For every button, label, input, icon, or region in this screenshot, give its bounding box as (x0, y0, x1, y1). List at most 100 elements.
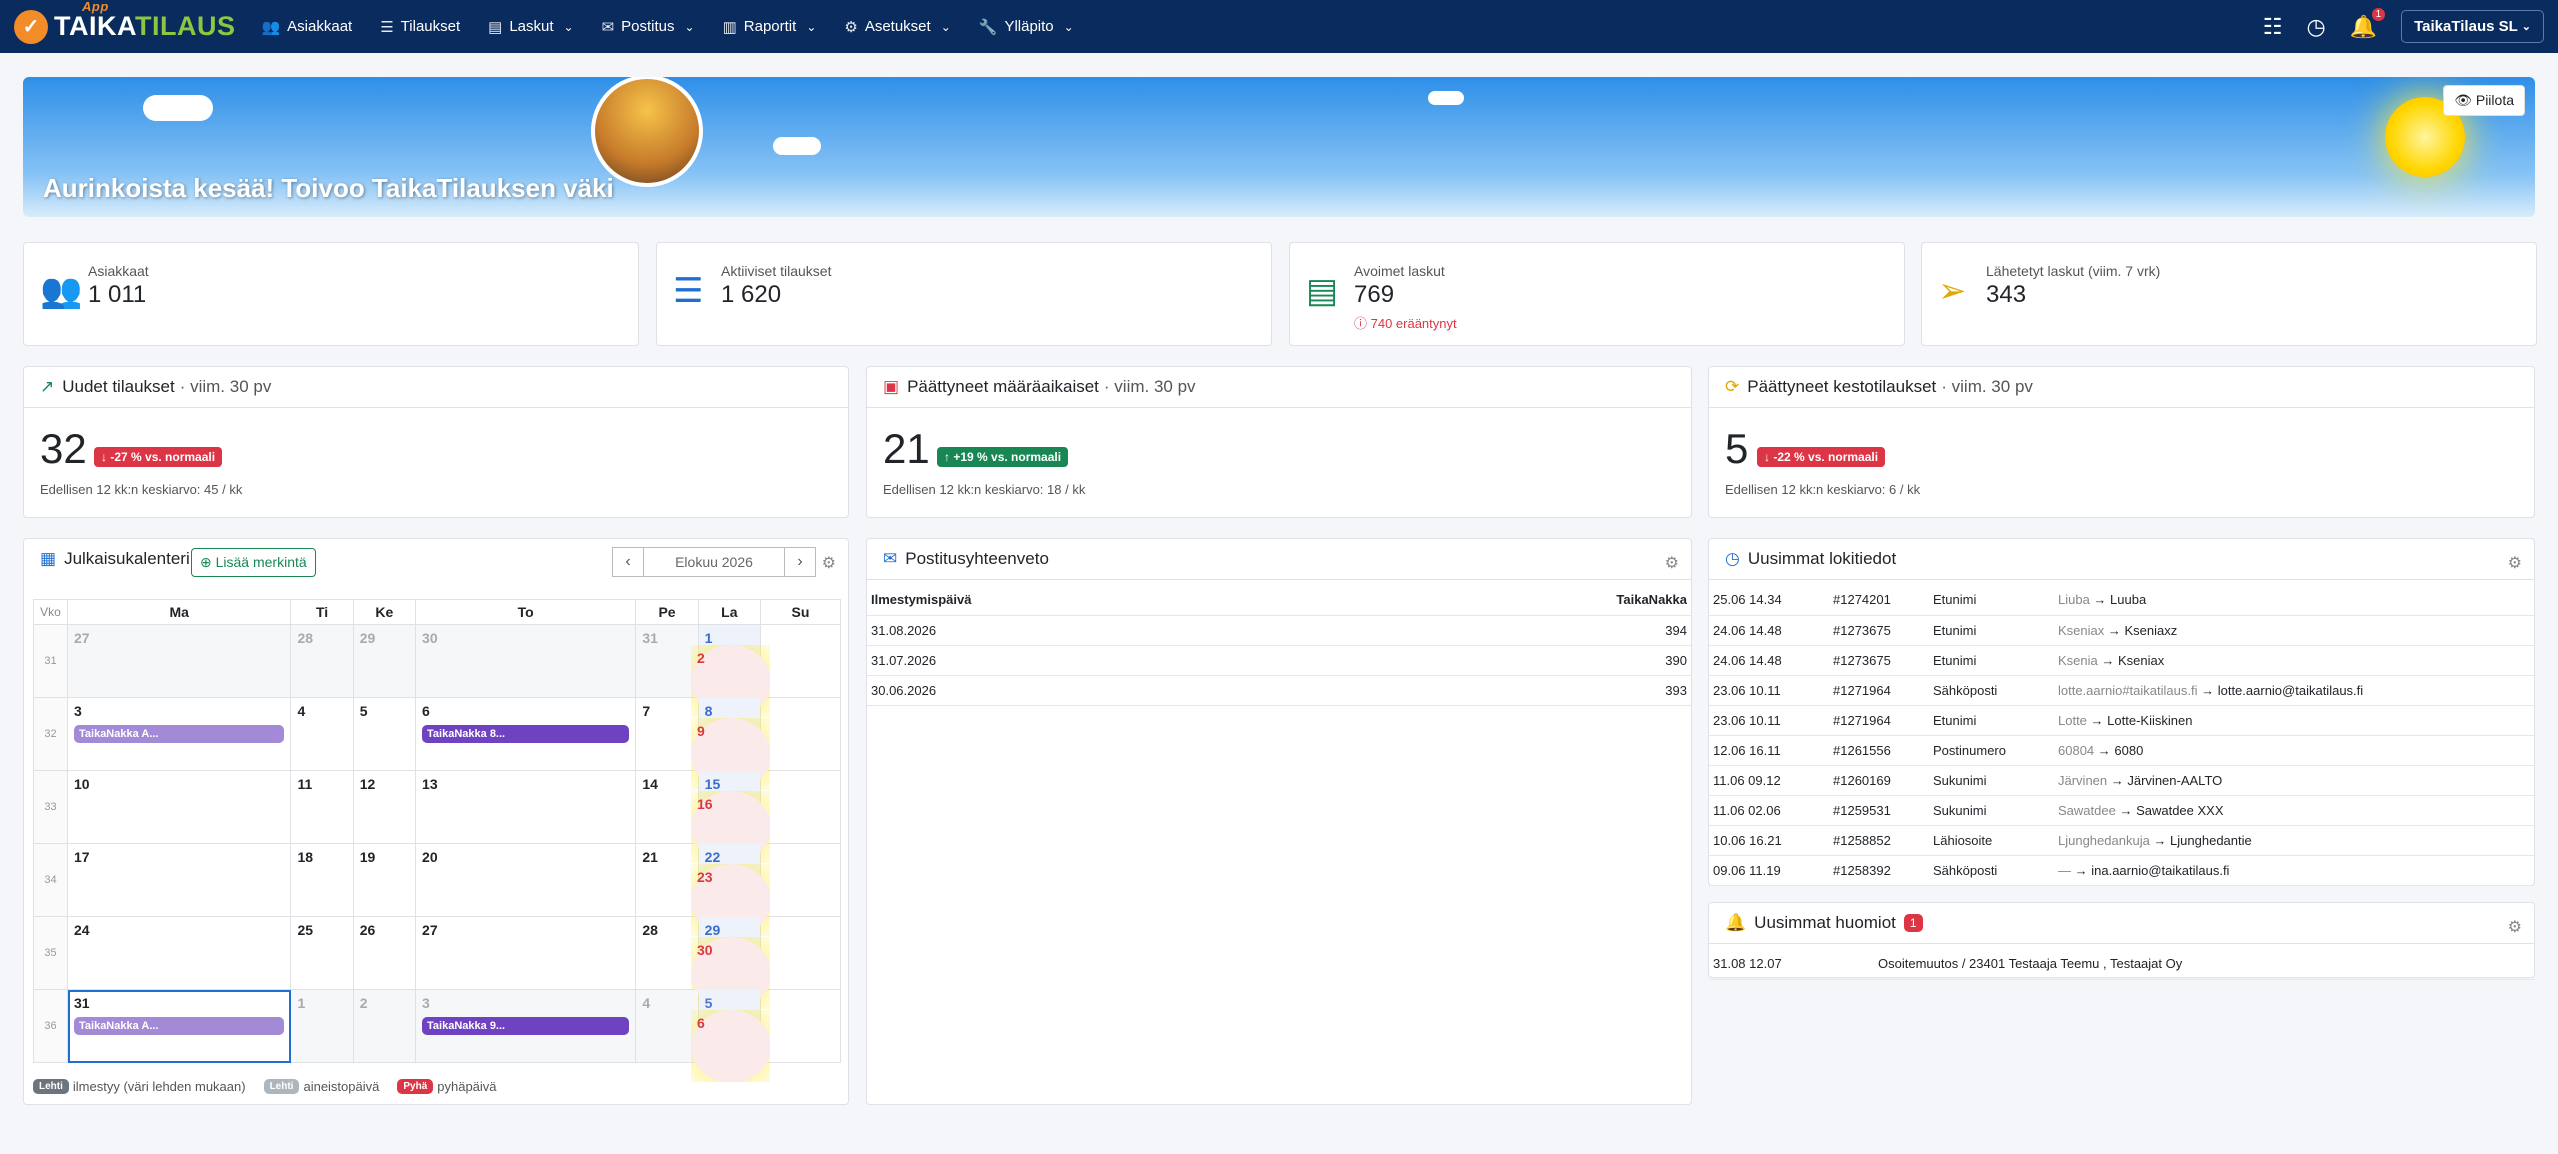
calendar-event[interactable]: TaikaNakka 9... (422, 1017, 630, 1035)
change-cell: Sawatdee → Sawatdee XXX (2054, 795, 2534, 826)
stat-card[interactable]: ▤ Avoimet laskut 769 ⓘ 740 erääntynyt (1289, 242, 1905, 346)
calendar-day[interactable]: 17 (66, 843, 292, 917)
calendar-day[interactable]: 11 (290, 770, 354, 844)
calendar-event[interactable]: TaikaNakka A... (74, 1017, 285, 1035)
hide-banner-button[interactable]: 👁 Piilota (2443, 85, 2525, 116)
change-cell: 60804 → 6080 (2054, 735, 2534, 766)
nav-item-3[interactable]: ✉ Postitus ⌄ (602, 18, 695, 36)
invoice-icon: ▤ (488, 18, 503, 36)
app-logo[interactable]: ✓ App TAIKATILAUS (14, 0, 235, 44)
gear-icon[interactable]: ⚙ (1665, 553, 1679, 573)
day-number: 4 (642, 995, 651, 1011)
nav-item-2[interactable]: ▤ Laskut ⌄ (488, 18, 573, 36)
trend-pill: ↑ +19 % vs. normaali (937, 447, 1069, 467)
calendar-day[interactable]: 6 TaikaNakka 8... (415, 697, 637, 771)
user-list-icon[interactable]: ☷ (2263, 14, 2283, 40)
day-number: 30 (422, 630, 438, 646)
log-time: 24.06 14.48 (1709, 615, 1829, 646)
log-time: 09.06 11.19 (1709, 855, 1829, 886)
nav-item-4[interactable]: ▥ Raportit ⌄ (723, 18, 817, 36)
calendar-day[interactable]: 4 (290, 697, 354, 771)
week-number: 32 (33, 697, 68, 771)
gear-icon[interactable]: ⚙ (822, 553, 836, 573)
table-row[interactable]: 11.06 02.06 #1259531 Sukunimi Sawatdee → Sa… (1709, 795, 2534, 826)
table-row[interactable]: 25.06 14.34 #1274201 Etunimi Liuba → Luuba (1709, 585, 2534, 616)
calendar-day[interactable]: 10 (66, 770, 292, 844)
calendar-day[interactable]: 4 (635, 989, 699, 1063)
add-entry-button[interactable]: ⊕ Lisää merkintä (191, 548, 316, 577)
calendar-day[interactable]: 5 (352, 697, 417, 771)
nav-item-1[interactable]: ☰ Tilaukset (380, 18, 460, 36)
table-row[interactable]: 24.06 14.48 #1273675 Etunimi Kseniax → Ksen… (1709, 615, 2534, 646)
calendar-day[interactable]: 30 (415, 624, 637, 698)
table-row[interactable]: 23.06 10.11 #1271964 Etunimi Lotte → Lotte-… (1709, 705, 2534, 736)
calendar-day[interactable]: 2 (352, 989, 417, 1063)
day-number: 2 (697, 650, 705, 666)
nav-item-6[interactable]: 🔧 Ylläpito ⌄ (979, 18, 1074, 36)
table-row[interactable]: 12.06 16.11 #1261556 Postinumero 60804 → 60… (1709, 735, 2534, 766)
clock-icon[interactable]: ◷ (2307, 14, 2326, 40)
stat-card[interactable]: ➢ Lähetetyt laskut (viim. 7 vrk) 343 (1921, 242, 2537, 346)
calendar-day[interactable]: 29 (352, 624, 417, 698)
calendar-day[interactable]: 6 (690, 1009, 771, 1083)
calendar-day[interactable]: 28 (290, 624, 354, 698)
calendar-day[interactable]: 21 (635, 843, 699, 917)
notes-count-badge: 1 (1903, 914, 1923, 932)
calendar-day[interactable]: 13 (415, 770, 637, 844)
company-switcher[interactable]: TaikaTilaus SL ⌄ (2401, 10, 2544, 43)
table-row[interactable]: 31.08 12.07 Osoitemuutos / 23401 Testaaja… (1709, 949, 2534, 980)
calendar-event[interactable]: TaikaNakka A... (74, 725, 285, 743)
prev-month-button[interactable]: ‹ (612, 547, 644, 577)
calendar-day[interactable]: 12 (352, 770, 417, 844)
next-month-button[interactable]: › (784, 547, 816, 577)
trend-value: 5 (1725, 425, 1749, 472)
calendar-day[interactable]: 31 (635, 624, 699, 698)
clock-icon: ◷ (1725, 549, 1740, 568)
table-row[interactable]: 09.06 11.19 #1258392 Sähköposti — → ina.aar… (1709, 855, 2534, 886)
calendar-day[interactable]: 3 TaikaNakka 9... (415, 989, 637, 1063)
day-number: 4 (297, 703, 306, 719)
table-row[interactable]: 11.06 09.12 #1260169 Sukunimi Järvinen → Jä… (1709, 765, 2534, 796)
month-label[interactable]: Elokuu 2026 (644, 547, 784, 577)
calendar-event[interactable]: TaikaNakka 8... (422, 725, 630, 743)
calendar-day[interactable]: 14 (635, 770, 699, 844)
calendar-day[interactable]: 27 (415, 916, 637, 990)
calendar-day[interactable]: 26 (352, 916, 417, 990)
gear-icon[interactable]: ⚙ (2508, 917, 2522, 937)
trend-period: · viim. 30 pv (1103, 377, 1196, 396)
calendar-day[interactable]: 7 (635, 697, 699, 771)
calendar-day[interactable]: 3 TaikaNakka A... (66, 697, 292, 771)
calendar-day[interactable]: 20 (415, 843, 637, 917)
change-cell: Ljunghedankuja → Ljunghedantie (2054, 825, 2534, 856)
stat-card[interactable]: 👥 Asiakkaat 1 011 (23, 242, 639, 346)
weekday-header: Pe (635, 599, 699, 625)
nav-item-5[interactable]: ⚙ Asetukset ⌄ (844, 18, 950, 36)
table-row[interactable]: 24.06 14.48 #1273675 Etunimi Ksenia → Kseni… (1709, 645, 2534, 676)
old-value: — (2058, 862, 2071, 878)
logo-mark-icon: ✓ (14, 9, 48, 44)
calendar-day[interactable]: 31 TaikaNakka A... (66, 989, 292, 1063)
table-row[interactable]: 10.06 16.21 #1258852 Lähiosoite Ljunghedank… (1709, 825, 2534, 856)
day-number: 31 (642, 630, 658, 646)
table-row[interactable]: 23.06 10.11 #1271964 Sähköposti lotte.aarni… (1709, 675, 2534, 706)
old-value: 60804 (2058, 742, 2095, 758)
calendar-day[interactable]: 19 (352, 843, 417, 917)
day-number: 31 (74, 995, 90, 1011)
arrow-right-icon: → (2197, 682, 2218, 698)
users-icon: 👥 (261, 18, 281, 36)
gear-icon[interactable]: ⚙ (2508, 553, 2522, 573)
stat-card[interactable]: ☰ Aktiiviset tilaukset 1 620 (656, 242, 1272, 346)
calendar-day[interactable]: 25 (290, 916, 354, 990)
calendar-day[interactable]: 1 (290, 989, 354, 1063)
banner-message: Aurinkoista kesää! Toivoo TaikaTilauksen… (43, 173, 614, 203)
nav-item-label: Raportit (743, 18, 797, 35)
field-name: Etunimi (1929, 615, 2054, 646)
calendar-day[interactable]: 27 (66, 624, 292, 698)
bell-icon[interactable]: 🔔 1 (2350, 7, 2386, 40)
calendar-day[interactable]: 18 (290, 843, 354, 917)
day-number: 21 (642, 849, 658, 865)
issue-date: 31.07.2026 (867, 645, 1345, 676)
calendar-day[interactable]: 24 (66, 916, 292, 990)
calendar-day[interactable]: 28 (635, 916, 699, 990)
nav-item-0[interactable]: 👥 Asiakkaat (261, 18, 352, 36)
